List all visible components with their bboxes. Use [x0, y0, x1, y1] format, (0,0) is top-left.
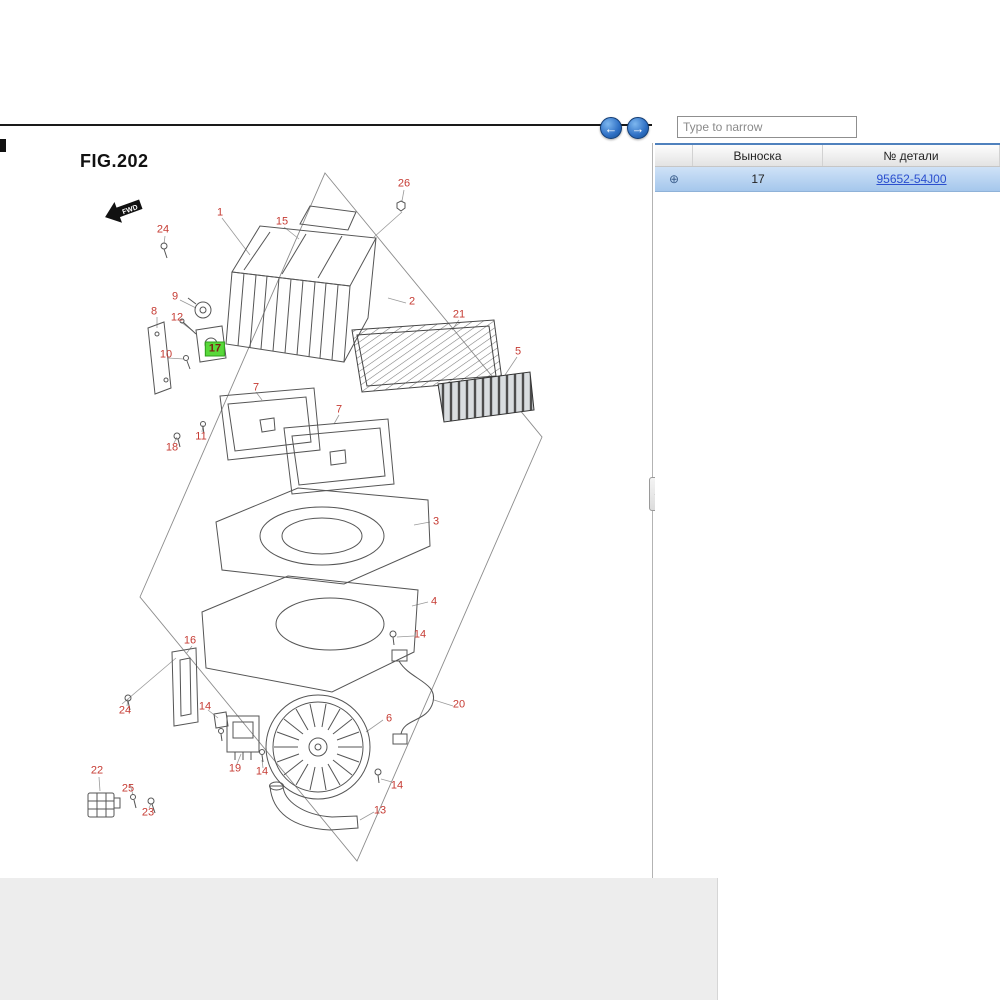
header-icon-column: [655, 145, 693, 166]
frame-7a: [220, 388, 320, 460]
drain-duct: [270, 782, 359, 830]
callout-14[interactable]: 14: [414, 630, 426, 641]
callout-3[interactable]: 3: [433, 517, 439, 528]
parts-panel: Выноска № детали ⊕ 17 95652-54J00: [655, 143, 1000, 1000]
callout-26[interactable]: 26: [398, 179, 410, 190]
header-callout-column[interactable]: Выноска: [693, 145, 823, 166]
callout-21[interactable]: 21: [453, 310, 465, 321]
callout-23[interactable]: 23: [142, 808, 154, 819]
callout-14[interactable]: 14: [256, 767, 268, 778]
callout-10[interactable]: 10: [160, 350, 172, 361]
callout-14[interactable]: 14: [391, 781, 403, 792]
callout-15[interactable]: 15: [276, 217, 288, 228]
callout-6[interactable]: 6: [386, 714, 392, 725]
header-partnumber-column[interactable]: № детали: [823, 145, 1000, 166]
small-fasteners: [125, 695, 381, 783]
part-number-link[interactable]: 95652-54J00: [876, 172, 946, 186]
exploded-diagram: FWD: [0, 0, 652, 1000]
search-input[interactable]: [677, 116, 857, 138]
diagram-border: [140, 173, 542, 861]
callout-7[interactable]: 7: [336, 405, 342, 416]
callout-9[interactable]: 9: [172, 292, 178, 303]
callout-19[interactable]: 19: [229, 764, 241, 775]
callout-20[interactable]: 20: [453, 700, 465, 711]
callout-7[interactable]: 7: [253, 383, 259, 394]
callout-5[interactable]: 5: [515, 347, 521, 358]
parts-table-header: Выноска № детали: [655, 145, 1000, 167]
callout-12[interactable]: 12: [171, 313, 183, 324]
callout-11[interactable]: 11: [195, 432, 206, 443]
nav-forward-button[interactable]: →: [627, 117, 649, 139]
callout-4[interactable]: 4: [431, 597, 437, 608]
locate-part-icon[interactable]: ⊕: [669, 172, 679, 186]
frame-7b: [284, 419, 394, 494]
parts-table-row[interactable]: ⊕ 17 95652-54J00: [655, 167, 1000, 192]
wiring-harness: [392, 650, 434, 744]
callout-14[interactable]: 14: [199, 702, 211, 713]
lower-case: [202, 576, 418, 692]
nut-26: [397, 201, 405, 211]
leader-lines: [99, 190, 517, 820]
callout-8[interactable]: 8: [151, 307, 157, 318]
panel-splitter: [652, 143, 653, 1000]
callout-18[interactable]: 18: [166, 443, 178, 454]
callout-24[interactable]: 24: [119, 706, 131, 717]
bracket-16: [172, 648, 198, 726]
callout-25[interactable]: 25: [122, 784, 134, 795]
callout-16[interactable]: 16: [184, 636, 196, 647]
upper-case: [216, 488, 430, 584]
callout-1[interactable]: 1: [217, 208, 223, 219]
row-callout-value: 17: [693, 167, 823, 191]
bottom-background: [0, 878, 718, 1000]
callout-22[interactable]: 22: [91, 766, 103, 777]
callout-13[interactable]: 13: [374, 806, 386, 817]
fwd-arrow-icon: FWD: [101, 194, 144, 228]
callout-24[interactable]: 24: [157, 225, 169, 236]
callout-17[interactable]: 17: [205, 342, 225, 357]
callout-2[interactable]: 2: [409, 297, 415, 308]
connector-22: [88, 793, 120, 817]
nav-back-button[interactable]: ←: [600, 117, 622, 139]
